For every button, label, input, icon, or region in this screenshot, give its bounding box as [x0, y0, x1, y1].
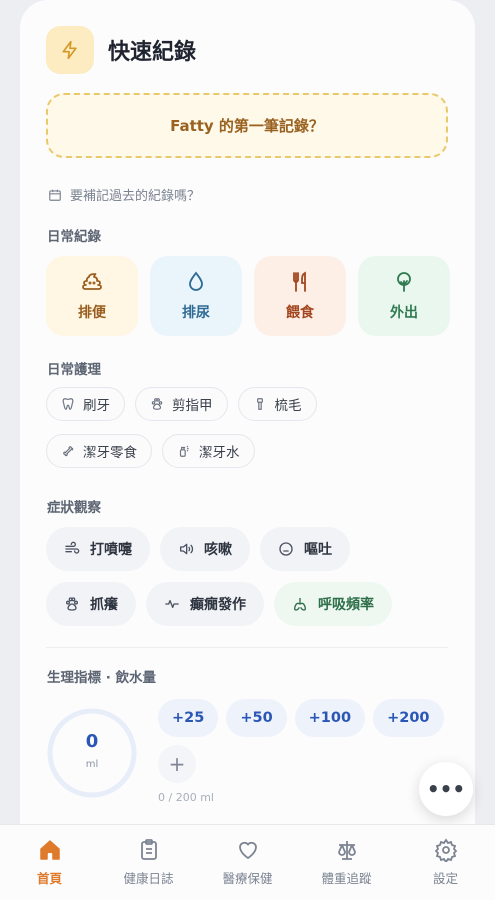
care-grooming-chip[interactable]: 梳毛 — [237, 387, 317, 421]
page-title: 快速紀錄 — [108, 40, 197, 65]
care-section-title: 日常護理 — [47, 362, 101, 378]
symptom-scratch-label: 抓癢 — [90, 597, 118, 613]
utensils-icon — [293, 271, 306, 292]
scale-icon — [337, 841, 356, 860]
water-add-25-button[interactable]: +25 — [158, 699, 219, 737]
tab-home[interactable]: 首頁 — [0, 838, 99, 887]
symptom-seizure-label: 癲癇發作 — [190, 597, 246, 613]
care-dental-treat-chip[interactable]: 潔牙零食 — [46, 434, 152, 468]
symptom-respiration-label: 呼吸頻率 — [318, 597, 374, 613]
quick-record-card: 快速紀錄 Fatty 的第一筆記錄？ 要補記過去的紀錄嗎？ 日常紀錄 排便 排尿… — [20, 0, 475, 840]
bone-icon — [63, 446, 74, 457]
water-custom-add-button[interactable]: + — [158, 745, 196, 783]
symptom-cough-label: 咳嗽 — [204, 542, 232, 558]
symptom-vomit-label: 嘔吐 — [304, 542, 332, 558]
symptom-vomit-button[interactable]: 嘔吐 — [260, 527, 350, 571]
tooth-icon — [62, 398, 74, 410]
first-record-button[interactable]: Fatty 的第一筆記錄？ — [46, 93, 448, 158]
tree-icon — [397, 272, 411, 292]
tab-settings-label: 設定 — [432, 871, 458, 886]
clipboard-icon — [140, 839, 157, 860]
care-dental-water-chip[interactable]: 潔牙水 — [162, 434, 255, 468]
water-progress-text: 0 / 200 ml — [158, 791, 214, 804]
care-row-1: 刷牙 剪指甲 梳毛 — [46, 387, 317, 421]
care-nail-trim-label: 剪指甲 — [172, 398, 213, 414]
section-divider — [46, 647, 448, 648]
daily-feed-label: 餵食 — [286, 305, 314, 321]
care-grooming-label: 梳毛 — [274, 398, 302, 414]
paw-icon — [151, 398, 163, 410]
daily-pee-label: 排尿 — [182, 305, 210, 321]
backfill-label: 要補記過去的紀錄嗎？ — [70, 189, 201, 204]
symptom-cough-button[interactable]: 咳嗽 — [160, 527, 250, 571]
water-value: 0 — [85, 731, 99, 752]
droplet-icon — [189, 271, 203, 291]
symptom-sneeze-button[interactable]: 打噴嚏 — [46, 527, 150, 571]
paw-icon — [66, 597, 78, 611]
tab-weight[interactable]: 體重追蹤 — [297, 838, 396, 887]
care-dental-water-label: 潔牙水 — [199, 445, 240, 461]
tab-health-log[interactable]: 健康日誌 — [99, 838, 198, 887]
speaker-icon — [180, 543, 194, 555]
water-unit: ml — [85, 759, 99, 770]
sick-face-icon — [279, 542, 293, 556]
daily-pee-button[interactable]: 排尿 — [150, 256, 242, 336]
symptom-respiration-button[interactable]: 呼吸頻率 — [274, 582, 392, 626]
daily-poop-label: 排便 — [78, 305, 106, 321]
home-icon — [39, 840, 60, 860]
water-progress-ring: 0 ml — [46, 707, 138, 799]
backfill-link[interactable]: 要補記過去的紀錄嗎？ — [48, 185, 200, 204]
heart-icon — [238, 841, 257, 859]
symptoms-row-1: 打噴嚏 咳嗽 嘔吐 — [46, 527, 350, 571]
water-section-title: 生理指標 · 飲水量 — [47, 670, 157, 686]
care-brush-teeth-chip[interactable]: 刷牙 — [46, 387, 125, 421]
water-add-50-button[interactable]: +50 — [226, 699, 287, 737]
brush-icon — [256, 398, 263, 410]
daily-outing-label: 外出 — [390, 305, 418, 321]
lungs-icon — [294, 598, 306, 611]
symptom-seizure-button[interactable]: 癲癇發作 — [146, 582, 264, 626]
card-header: 快速紀錄 — [46, 26, 196, 74]
daily-outing-button[interactable]: 外出 — [358, 256, 450, 336]
tab-settings[interactable]: 設定 — [396, 838, 495, 887]
care-dental-treat-label: 潔牙零食 — [83, 445, 137, 461]
gear-icon — [434, 838, 457, 862]
symptoms-section-title: 症狀觀察 — [47, 500, 101, 516]
bolt-icon — [46, 26, 94, 74]
tab-home-label: 首頁 — [36, 871, 62, 886]
daily-section-title: 日常紀錄 — [47, 229, 101, 245]
symptom-scratch-button[interactable]: 抓癢 — [46, 582, 136, 626]
calendar-icon — [49, 189, 61, 201]
bottom-tab-bar: 首頁 健康日誌 醫療保健 體重追蹤 設定 — [0, 824, 495, 900]
tab-medical[interactable]: 醫療保健 — [198, 838, 297, 887]
spray-icon — [179, 445, 189, 457]
care-row-2: 潔牙零食 潔牙水 — [46, 434, 255, 468]
pulse-icon — [165, 600, 179, 608]
poop-icon — [82, 273, 102, 290]
more-actions-button[interactable]: ••• — [419, 762, 473, 816]
tab-health-log-label: 健康日誌 — [123, 871, 174, 886]
water-add-100-button[interactable]: +100 — [294, 699, 366, 737]
wind-icon — [65, 541, 80, 554]
symptom-sneeze-label: 打噴嚏 — [90, 542, 132, 558]
tab-weight-label: 體重追蹤 — [321, 871, 372, 886]
water-quick-add: +25 +50 +100 +200 — [158, 699, 444, 737]
water-add-200-button[interactable]: +200 — [373, 699, 444, 737]
care-brush-teeth-label: 刷牙 — [83, 398, 110, 414]
symptoms-row-2: 抓癢 癲癇發作 呼吸頻率 — [46, 582, 392, 626]
daily-poop-button[interactable]: 排便 — [46, 256, 138, 336]
daily-feed-button[interactable]: 餵食 — [254, 256, 346, 336]
care-nail-trim-chip[interactable]: 剪指甲 — [135, 387, 228, 421]
tab-medical-label: 醫療保健 — [222, 871, 273, 886]
daily-grid: 排便 排尿 餵食 外出 — [46, 256, 450, 336]
